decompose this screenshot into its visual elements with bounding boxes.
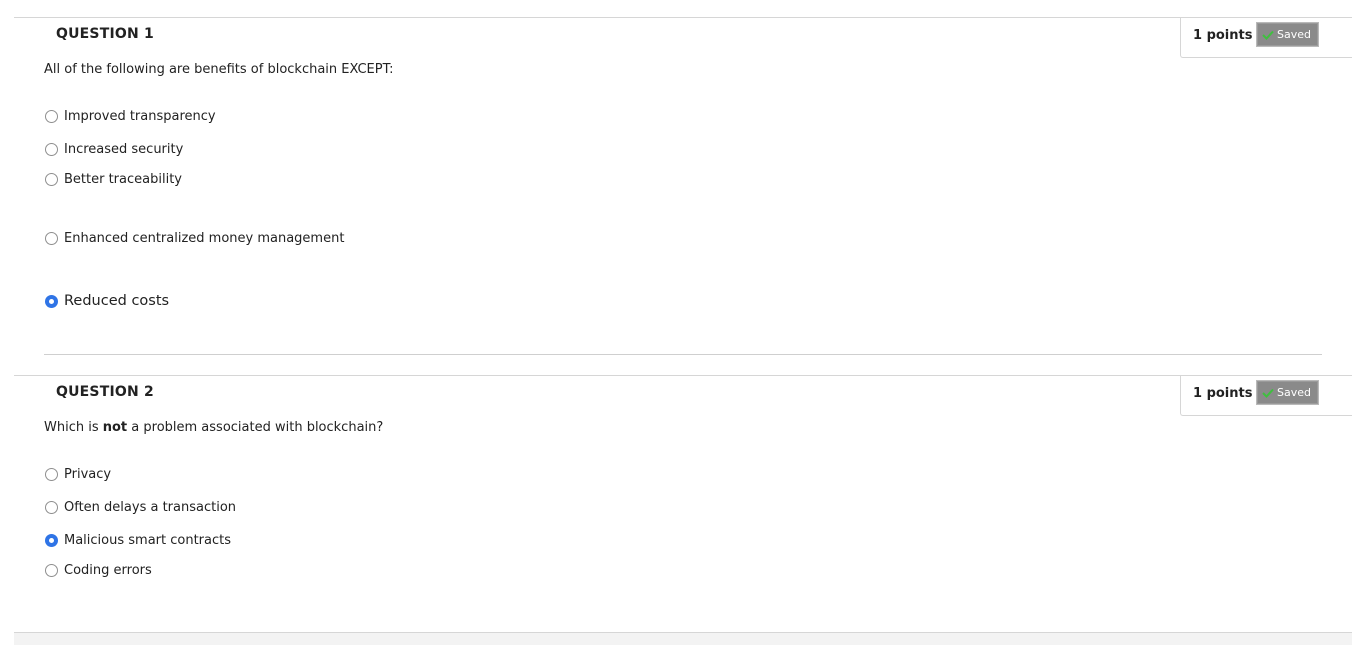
question-text: All of the following are benefits of blo…	[44, 62, 394, 77]
answer-option[interactable]: Enhanced centralized money management	[45, 229, 344, 247]
question-2: QUESTION 2 1 points Saved Which is not a…	[14, 375, 1352, 626]
option-label: Increased security	[64, 141, 184, 157]
saved-label: Saved	[1277, 386, 1311, 399]
answer-option[interactable]: Malicious smart contracts	[45, 531, 231, 549]
option-label: Improved transparency	[64, 108, 216, 124]
option-label: Reduced costs	[64, 293, 170, 309]
radio-button[interactable]	[45, 563, 58, 577]
option-label: Malicious smart contracts	[64, 532, 232, 548]
option-label: Often delays a transaction	[64, 499, 237, 515]
radio-button[interactable]	[45, 500, 58, 514]
question-title: QUESTION 2	[56, 384, 154, 400]
points-box: 1 points Saved	[1180, 376, 1352, 416]
answer-option[interactable]: Reduced costs	[45, 292, 169, 310]
points-value: 1 points	[1193, 386, 1253, 401]
radio-button[interactable]	[45, 231, 58, 245]
question-text-emphasis: not	[102, 420, 128, 435]
question-divider	[44, 354, 1322, 355]
radio-button[interactable]	[45, 109, 58, 123]
question-text-start: Which is	[44, 420, 103, 435]
question-text: Which is not a problem associated with b…	[44, 420, 383, 435]
radio-button[interactable]	[45, 142, 58, 156]
saved-badge: Saved	[1256, 380, 1319, 405]
question-title: QUESTION 1	[56, 26, 154, 42]
saved-badge: Saved	[1256, 22, 1319, 47]
answer-option[interactable]: Improved transparency	[45, 107, 216, 125]
saved-label: Saved	[1277, 28, 1311, 41]
radio-button[interactable]	[45, 467, 58, 481]
check-icon	[1262, 30, 1274, 40]
radio-button-selected[interactable]	[45, 533, 58, 547]
question-1: QUESTION 1 1 points Saved All of the fol…	[14, 17, 1352, 358]
answer-option[interactable]: Better traceability	[45, 170, 182, 188]
points-box: 1 points Saved	[1180, 18, 1352, 58]
answer-option[interactable]: Increased security	[45, 140, 183, 158]
option-label: Better traceability	[64, 171, 182, 187]
check-icon	[1262, 388, 1274, 398]
option-label: Privacy	[64, 466, 112, 482]
points-value: 1 points	[1193, 28, 1253, 43]
option-label: Coding errors	[64, 562, 152, 578]
question-text-end: a problem associated with blockchain?	[127, 420, 384, 435]
answer-option[interactable]: Coding errors	[45, 561, 152, 579]
bottom-bar	[14, 632, 1352, 645]
option-label: Enhanced centralized money management	[64, 230, 345, 246]
radio-button-selected[interactable]	[45, 294, 58, 308]
answer-option[interactable]: Privacy	[45, 465, 111, 483]
radio-button[interactable]	[45, 172, 58, 186]
answer-option[interactable]: Often delays a transaction	[45, 498, 236, 516]
